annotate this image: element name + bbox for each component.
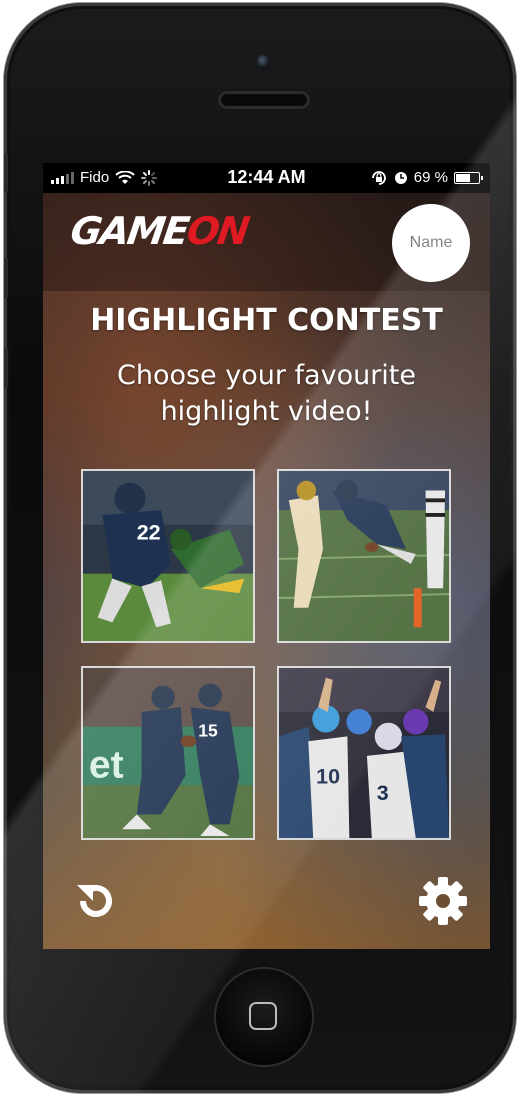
svg-text:22: 22 <box>137 520 161 544</box>
video-grid: 22 et 15 10 3 <box>81 469 453 843</box>
front-camera <box>257 55 270 68</box>
name-button[interactable]: Name <box>392 204 470 282</box>
status-bar: Fido 12:44 AM 69 % <box>43 163 490 193</box>
volume-up-button <box>4 258 8 298</box>
refresh-icon[interactable] <box>69 875 121 927</box>
mute-switch <box>4 153 8 193</box>
gameon-logo: GAMEON <box>67 209 251 253</box>
gear-icon[interactable] <box>417 875 469 927</box>
home-button[interactable] <box>216 969 312 1065</box>
video-thumbnail-2[interactable] <box>277 469 451 643</box>
phone-frame: Fido 12:44 AM 69 % GAMEON Name HIGHLIGHT… <box>4 3 516 1093</box>
svg-text:10: 10 <box>316 764 340 788</box>
video-thumbnail-1[interactable]: 22 <box>81 469 255 643</box>
svg-text:15: 15 <box>198 720 218 740</box>
video-thumbnail-4[interactable]: 10 3 <box>277 666 451 840</box>
app-screen: Fido 12:44 AM 69 % GAMEON Name HIGHLIGHT… <box>43 163 490 949</box>
battery-percent: 69 % <box>413 169 448 186</box>
app-header: GAMEON Name <box>43 193 490 291</box>
svg-text:et: et <box>89 743 124 786</box>
page-subtitle: Choose your favourite highlight video! <box>116 360 417 427</box>
battery-icon <box>454 171 483 184</box>
video-thumbnail-3[interactable]: et 15 <box>81 666 255 840</box>
earpiece-speaker <box>218 91 310 109</box>
football-tackle-thumbnail: 22 <box>83 471 253 641</box>
fans-celebrating-thumbnail: 10 3 <box>279 668 449 838</box>
svg-text:3: 3 <box>377 781 389 805</box>
rotation-lock-icon <box>371 170 386 185</box>
football-handoff-thumbnail: et 15 <box>83 668 253 838</box>
football-catch-thumbnail <box>279 471 449 641</box>
volume-down-button <box>4 348 8 388</box>
page-title: HIGHLIGHT CONTEST <box>90 303 443 338</box>
alarm-clock-icon <box>394 171 407 184</box>
